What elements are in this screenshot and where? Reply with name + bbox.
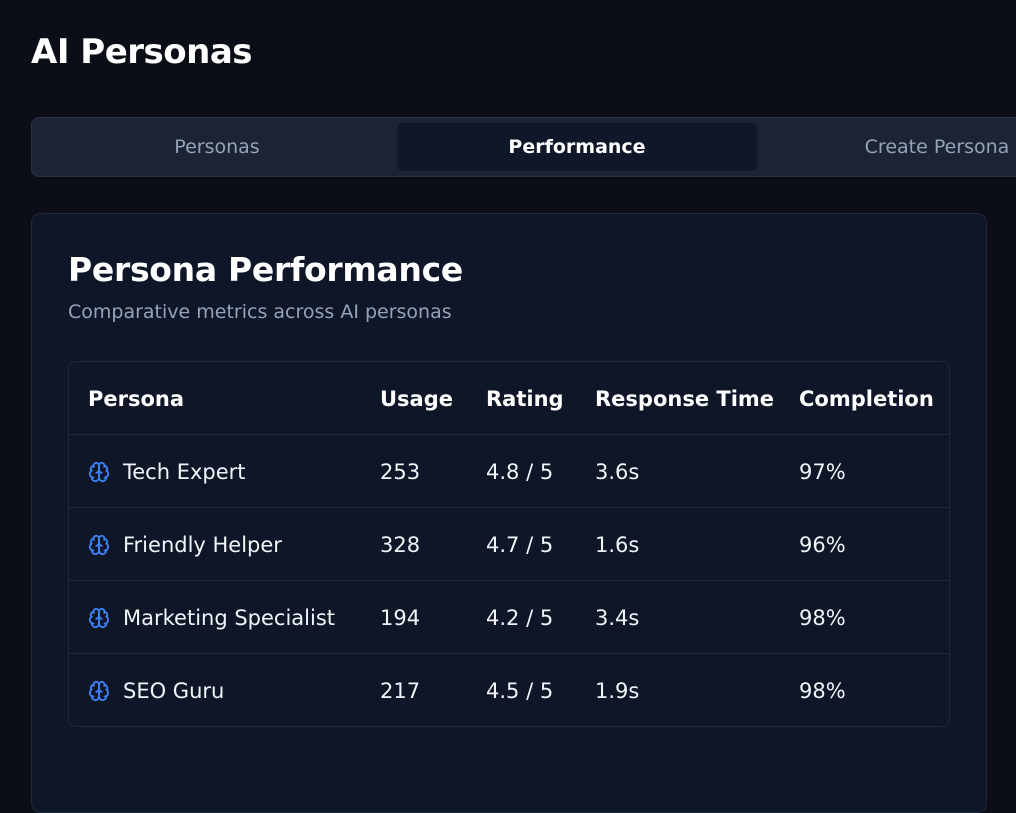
tab-create-persona[interactable]: Create Persona [757,123,1016,171]
rating-value: 4.2 / 5 [486,605,554,630]
completion-value: 98% [799,605,846,630]
brain-icon [88,534,110,556]
usage-value: 217 [380,678,421,703]
performance-card: Persona Performance Comparative metrics … [31,213,987,813]
usage-value: 194 [380,605,421,630]
table-row[interactable]: Friendly Helper 328 4.7 / 5 1.6s 96% [69,508,949,581]
completion-value: 97% [799,459,846,484]
column-header-rating[interactable]: Rating [486,362,564,435]
tab-personas[interactable]: Personas [37,123,397,171]
tab-performance[interactable]: Performance [397,123,757,171]
brain-icon [88,680,110,702]
page-title: AI Personas [31,32,253,72]
rating-value: 4.8 / 5 [486,459,554,484]
column-header-persona[interactable]: Persona [88,362,184,435]
rating-value: 4.5 / 5 [486,678,554,703]
brain-icon [88,461,110,483]
response-time-value: 1.6s [595,532,640,557]
response-time-value: 3.6s [595,459,640,484]
usage-value: 253 [380,459,421,484]
usage-value: 328 [380,532,421,557]
column-header-completion[interactable]: Completion [799,362,934,435]
persona-name: Marketing Specialist [123,605,336,630]
completion-value: 98% [799,678,846,703]
brain-icon [88,607,110,629]
card-title: Persona Performance [68,250,463,289]
response-time-value: 1.9s [595,678,640,703]
table-row[interactable]: SEO Guru 217 4.5 / 5 1.9s 98% [69,654,949,727]
persona-name: Tech Expert [123,459,246,484]
column-header-response-time[interactable]: Response Time [595,362,774,435]
table-header-row: Persona Usage Rating Response Time Compl… [69,362,949,435]
table-row[interactable]: Tech Expert 253 4.8 / 5 3.6s 97% [69,435,949,508]
persona-name: SEO Guru [123,678,225,703]
performance-table: Persona Usage Rating Response Time Compl… [68,361,950,727]
rating-value: 4.7 / 5 [486,532,554,557]
persona-name: Friendly Helper [123,532,282,557]
column-header-usage[interactable]: Usage [380,362,453,435]
table-row[interactable]: Marketing Specialist 194 4.2 / 5 3.4s 98… [69,581,949,654]
tab-bar: Personas Performance Create Persona [31,117,1016,177]
completion-value: 96% [799,532,846,557]
card-subtitle: Comparative metrics across AI personas [68,301,452,323]
response-time-value: 3.4s [595,605,640,630]
